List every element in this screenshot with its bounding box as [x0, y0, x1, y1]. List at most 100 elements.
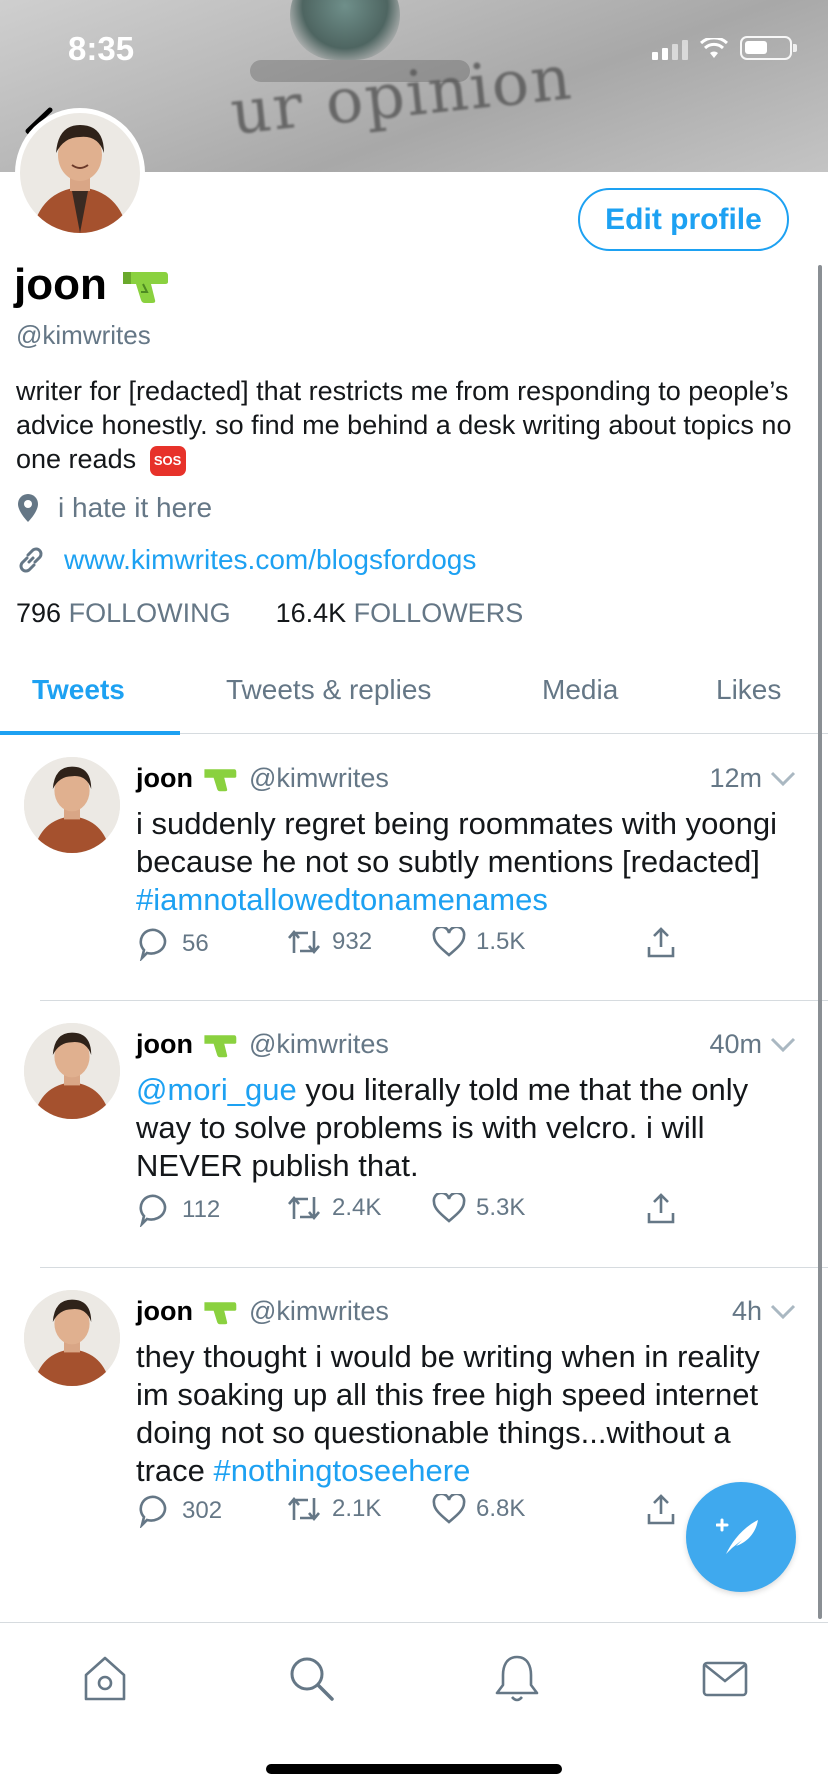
- like-count: 5.3K: [476, 1194, 526, 1221]
- wifi-icon: [700, 38, 728, 58]
- reply-button[interactable]: 112: [138, 1193, 220, 1227]
- profile-avatar[interactable]: [15, 108, 145, 238]
- tweet-header: joon @kimwrites 4h: [136, 1296, 796, 1327]
- heart-icon: [432, 927, 466, 957]
- tweet-time: 12m: [709, 763, 762, 793]
- like-count: 6.8K: [476, 1495, 526, 1522]
- reply-icon: [139, 1194, 167, 1227]
- reply-count: 56: [182, 930, 209, 957]
- profile-website[interactable]: www.kimwrites.com/blogsfordogs: [16, 544, 476, 576]
- water-pistol-icon: [204, 1302, 237, 1325]
- retweet-button[interactable]: 932: [286, 927, 372, 957]
- following-stat[interactable]: 796 FOLLOWING: [16, 598, 231, 629]
- followers-stat[interactable]: 16.4K FOLLOWERS: [276, 598, 524, 629]
- hashtag-link[interactable]: #nothingtoseehere: [214, 1453, 471, 1488]
- compose-feather-icon: [716, 1518, 758, 1554]
- like-button[interactable]: 5.3K: [432, 1193, 525, 1223]
- tweet-header: joon @kimwrites 40m: [136, 1029, 796, 1060]
- cellular-signal-icon: [652, 38, 688, 60]
- messages-envelope-icon[interactable]: [700, 1653, 750, 1703]
- share-icon[interactable]: [646, 1494, 676, 1526]
- reply-count: 302: [182, 1497, 223, 1524]
- mention-link[interactable]: @mori_gue: [136, 1072, 297, 1107]
- battery-icon: [740, 36, 797, 60]
- water-pistol-icon: [204, 769, 237, 792]
- tweet-avatar[interactable]: [24, 757, 120, 853]
- retweet-count: 932: [332, 928, 373, 955]
- follow-stats: 796 FOLLOWING 16.4K FOLLOWERS: [16, 598, 523, 629]
- tweet-actions: 56 932 1.5K: [136, 927, 696, 967]
- reply-count: 112: [182, 1196, 221, 1223]
- tab-media[interactable]: Media: [542, 674, 618, 706]
- hashtag-link[interactable]: #iamnotallowedtonamenames: [136, 882, 548, 917]
- tweet-text: i suddenly regret being roommates with y…: [136, 805, 796, 919]
- reply-button[interactable]: 302: [138, 1494, 222, 1528]
- status-indicators: [652, 36, 797, 60]
- tab-tweets-replies[interactable]: Tweets & replies: [226, 674, 431, 706]
- following-label: FOLLOWING: [68, 598, 231, 628]
- home-indicator: [266, 1764, 562, 1774]
- profile-tabs: Tweets Tweets & replies Media Likes: [0, 662, 828, 735]
- reply-icon: [139, 1495, 167, 1528]
- tweet-actions: 112 2.4K 5.3K: [136, 1193, 696, 1233]
- reply-icon: [139, 928, 167, 961]
- tweet-text: @mori_gue you literally told me that the…: [136, 1071, 796, 1185]
- retweet-icon: [288, 929, 320, 955]
- bio-text: writer for [redacted] that restricts me …: [16, 376, 792, 474]
- banner-text: ur opinion: [227, 40, 577, 149]
- website-link[interactable]: www.kimwrites.com/blogsfordogs: [64, 544, 476, 576]
- retweet-count: 2.1K: [332, 1495, 382, 1522]
- retweet-button[interactable]: 2.4K: [286, 1193, 381, 1223]
- water-pistol-icon: [204, 1035, 237, 1058]
- edit-profile-button[interactable]: Edit profile: [578, 188, 789, 251]
- water-pistol-icon: [122, 272, 168, 303]
- tweet-author-handle[interactable]: @kimwrites: [249, 1296, 389, 1327]
- tweet-author-name[interactable]: joon: [136, 1296, 193, 1327]
- retweet-icon: [288, 1195, 320, 1221]
- tweet-time: 4h: [731, 1296, 762, 1326]
- followers-label: FOLLOWERS: [353, 598, 524, 628]
- location-text: i hate it here: [58, 492, 213, 523]
- notifications-bell-icon[interactable]: [492, 1653, 542, 1703]
- link-icon: [19, 547, 43, 573]
- home-icon[interactable]: [80, 1653, 130, 1703]
- tweet-time: 40m: [709, 1029, 762, 1059]
- tweet-actions: 302 2.1K 6.8K: [136, 1494, 696, 1534]
- profile-handle: @kimwrites: [16, 320, 151, 350]
- tweet-avatar[interactable]: [24, 1023, 120, 1119]
- retweet-button[interactable]: 2.1K: [286, 1494, 381, 1524]
- heart-icon: [432, 1193, 466, 1223]
- tweet-body-text: i suddenly regret being roommates with y…: [136, 806, 778, 879]
- tab-tweets[interactable]: Tweets: [32, 674, 125, 706]
- tab-likes[interactable]: Likes: [716, 674, 781, 706]
- share-icon[interactable]: [646, 1193, 676, 1225]
- like-button[interactable]: 1.5K: [432, 927, 525, 957]
- heart-icon: [432, 1494, 466, 1524]
- profile-name: joon: [14, 260, 107, 309]
- tweet-avatar[interactable]: [24, 1290, 120, 1386]
- tweet-author-handle[interactable]: @kimwrites: [249, 763, 389, 794]
- compose-tweet-button[interactable]: [686, 1482, 796, 1592]
- tweet[interactable]: joon @kimwrites 12m i suddenly regret be…: [0, 735, 828, 1000]
- profile-name-row: joon: [14, 260, 169, 310]
- following-count: 796: [16, 598, 62, 628]
- chevron-down-icon[interactable]: [770, 1037, 796, 1053]
- tweet[interactable]: joon @kimwrites 40m @mori_gue you litera…: [0, 1001, 828, 1267]
- tweet-author-name[interactable]: joon: [136, 1029, 193, 1060]
- like-button[interactable]: 6.8K: [432, 1494, 525, 1524]
- profile-bio: writer for [redacted] that restricts me …: [16, 374, 806, 476]
- tweet-author-handle[interactable]: @kimwrites: [249, 1029, 389, 1060]
- tweet-header: joon @kimwrites 12m: [136, 763, 796, 794]
- search-icon[interactable]: [286, 1653, 336, 1703]
- chevron-down-icon[interactable]: [770, 1304, 796, 1320]
- status-time: 8:35: [68, 30, 135, 67]
- like-count: 1.5K: [476, 928, 526, 955]
- retweet-count: 2.4K: [332, 1194, 382, 1221]
- sos-icon: SOS: [149, 445, 186, 476]
- chevron-down-icon[interactable]: [770, 771, 796, 787]
- share-icon[interactable]: [646, 927, 676, 959]
- tweet-author-name[interactable]: joon: [136, 763, 193, 794]
- retweet-icon: [288, 1496, 320, 1522]
- followers-count: 16.4K: [275, 598, 347, 628]
- reply-button[interactable]: 56: [138, 927, 209, 961]
